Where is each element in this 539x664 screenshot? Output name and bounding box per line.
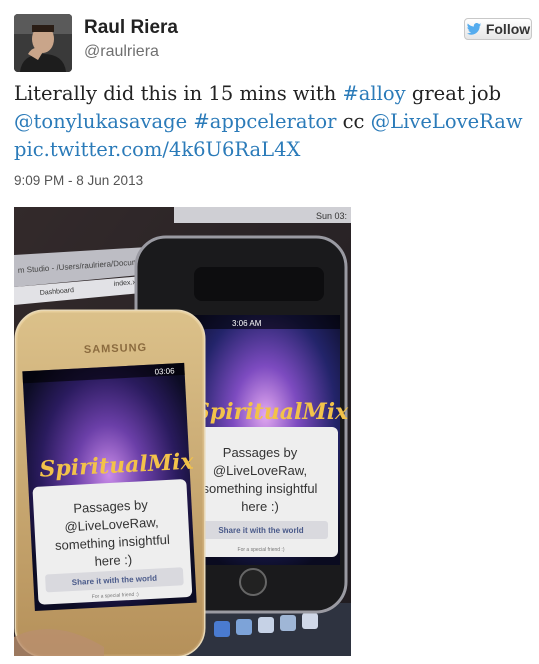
follow-button[interactable]: Follow (464, 18, 532, 40)
mention-liveloveraw-link[interactable]: @LiveLoveRaw (371, 110, 523, 133)
android-device: SAMSUNG 03:06 SpiritualMix Passages by @… (14, 309, 206, 656)
tweet-text-segment: cc (336, 110, 371, 133)
avatar[interactable] (14, 14, 72, 72)
iphone-time: 3:06 AM (232, 319, 262, 328)
mention-tonylukasavage-link[interactable]: @tonylukasavage (14, 110, 187, 133)
iphone-passage-line-4: here :) (241, 499, 279, 514)
tweet-text: Literally did this in 15 mins with #allo… (14, 80, 529, 164)
follow-label: Follow (485, 21, 531, 37)
photo-drawing: Sun 03: m Studio - /Users/raulriera/Docu… (14, 207, 351, 656)
tweet-text-segment: Literally did this in 15 mins with (14, 82, 343, 105)
android-passage-line-4: here :) (94, 552, 132, 569)
android-brand: SAMSUNG (84, 342, 148, 356)
iphone-share-button: Share it with the world (218, 526, 303, 535)
tweet-text-segment: great job (405, 82, 502, 105)
tweet-timestamp[interactable]: 9:09 PM - 8 Jun 2013 (14, 173, 143, 188)
iphone-app-logo: SpiritualMix (194, 399, 349, 425)
tweet-photo[interactable]: Sun 03: m Studio - /Users/raulriera/Docu… (14, 207, 351, 656)
twitter-bird-icon (466, 23, 482, 35)
iphone-footer: For a special friend :) (238, 547, 285, 553)
pic-link[interactable]: pic.twitter.com/4k6U6RaL4X (14, 138, 300, 161)
mac-menubar-time: Sun 03: (316, 211, 347, 221)
iphone-passage-line-1: Passages by (223, 445, 298, 460)
hashtag-appcelerator-link[interactable]: #appcelerator (193, 110, 336, 133)
hashtag-alloy-link[interactable]: #alloy (342, 82, 405, 105)
iphone-passage-line-3: something insightful (203, 481, 318, 496)
iphone-passage-line-2: @LiveLoveRaw, (213, 463, 307, 478)
avatar-photo (14, 14, 72, 72)
android-time: 03:06 (154, 366, 175, 376)
profile-handle[interactable]: @raulriera (84, 43, 159, 61)
profile-name[interactable]: Raul Riera (84, 17, 178, 39)
